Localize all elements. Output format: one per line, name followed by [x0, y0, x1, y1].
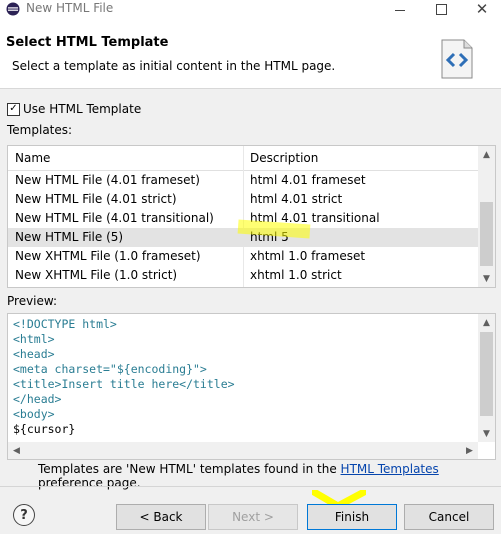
preview-vertical-scrollbar[interactable]: ▲ ▼	[478, 314, 495, 442]
scroll-left-icon[interactable]: ◀	[8, 442, 25, 459]
code-line: <title>Insert title here</title>	[13, 377, 235, 391]
scroll-up-icon[interactable]: ▲	[478, 146, 495, 163]
use-template-checkbox[interactable]: ✓	[7, 102, 20, 116]
maximize-icon	[435, 3, 447, 15]
code-line: ${cursor}	[13, 422, 76, 436]
table-row[interactable]: New XHTML File (1.0 frameset) xhtml 1.0 …	[8, 247, 478, 266]
table-vertical-scrollbar[interactable]: ▲ ▼	[478, 146, 495, 287]
code-line: </head>	[13, 392, 62, 406]
scroll-down-icon[interactable]: ▼	[478, 270, 495, 287]
button-bar-divider	[0, 486, 501, 487]
close-button[interactable]: ✕	[462, 0, 501, 18]
preview-code: <!DOCTYPE html> <html> <head> <meta char…	[13, 317, 235, 437]
scroll-right-icon[interactable]: ▶	[461, 442, 478, 459]
row-description: html 4.01 frameset	[250, 173, 366, 187]
table-row[interactable]: New HTML File (4.01 frameset) html 4.01 …	[8, 171, 478, 190]
use-template-option[interactable]: ✓ Use HTML Template	[7, 102, 141, 116]
row-name: New XHTML File (1.0 frameset)	[15, 249, 201, 263]
row-description: xhtml 1.0 strict	[250, 268, 342, 282]
code-line: <body>	[13, 407, 55, 421]
close-icon: ✕	[475, 0, 489, 18]
row-description: html 4.01 strict	[250, 192, 343, 206]
row-name: New HTML File (5)	[15, 230, 124, 244]
row-description: xhtml 1.0 frameset	[250, 249, 366, 263]
use-template-label: Use HTML Template	[23, 102, 142, 116]
scroll-thumb[interactable]	[480, 202, 493, 266]
wizard-header: Select HTML Template Select a template a…	[0, 18, 501, 89]
scroll-down-icon[interactable]: ▼	[478, 425, 495, 442]
html-templates-link[interactable]: HTML Templates	[341, 462, 439, 476]
minimize-icon	[395, 9, 405, 11]
maximize-button[interactable]	[421, 0, 461, 18]
row-name: New HTML File (4.01 strict)	[15, 192, 177, 206]
note-suffix: preference page.	[38, 476, 141, 490]
row-name: New XHTML File (1.0 strict)	[15, 268, 178, 282]
title-bar: New HTML File ✕	[0, 0, 501, 18]
column-header-name[interactable]: Name	[15, 151, 50, 165]
cancel-button[interactable]: Cancel	[404, 504, 494, 530]
minimize-button[interactable]	[380, 0, 420, 18]
page-title: Select HTML Template	[6, 35, 169, 50]
code-line: <!DOCTYPE html>	[13, 317, 117, 331]
preview-label: Preview:	[7, 294, 58, 308]
row-name: New HTML File (4.01 frameset)	[15, 173, 200, 187]
preview-pane[interactable]: <!DOCTYPE html> <html> <head> <meta char…	[7, 313, 496, 460]
finish-button[interactable]: Finish	[307, 504, 397, 530]
templates-table[interactable]: Name Description New HTML File (4.01 fra…	[7, 145, 496, 288]
code-line: <head>	[13, 347, 55, 361]
column-header-description[interactable]: Description	[250, 151, 318, 165]
window-title: New HTML File	[26, 1, 114, 15]
templates-label: Templates:	[7, 123, 73, 137]
back-button[interactable]: < Back	[116, 504, 206, 530]
preview-horizontal-scrollbar[interactable]: ◀ ▶	[8, 442, 478, 459]
scroll-thumb[interactable]	[480, 332, 493, 416]
page-description: Select a template as initial content in …	[12, 59, 336, 73]
table-row[interactable]: New HTML File (4.01 strict) html 4.01 st…	[8, 190, 478, 209]
code-line: <meta charset="${encoding}">	[13, 362, 207, 376]
code-line: <html>	[13, 332, 55, 346]
eclipse-icon	[6, 2, 20, 16]
row-name: New HTML File (4.01 transitional)	[15, 211, 214, 225]
next-button[interactable]: Next >	[208, 504, 298, 530]
html-file-icon	[441, 39, 473, 79]
scroll-up-icon[interactable]: ▲	[478, 314, 495, 331]
help-button[interactable]: ?	[13, 504, 35, 526]
note-prefix: Templates are 'New HTML' templates found…	[38, 462, 341, 476]
table-row[interactable]: New XHTML File (1.0 strict) xhtml 1.0 st…	[8, 266, 478, 285]
